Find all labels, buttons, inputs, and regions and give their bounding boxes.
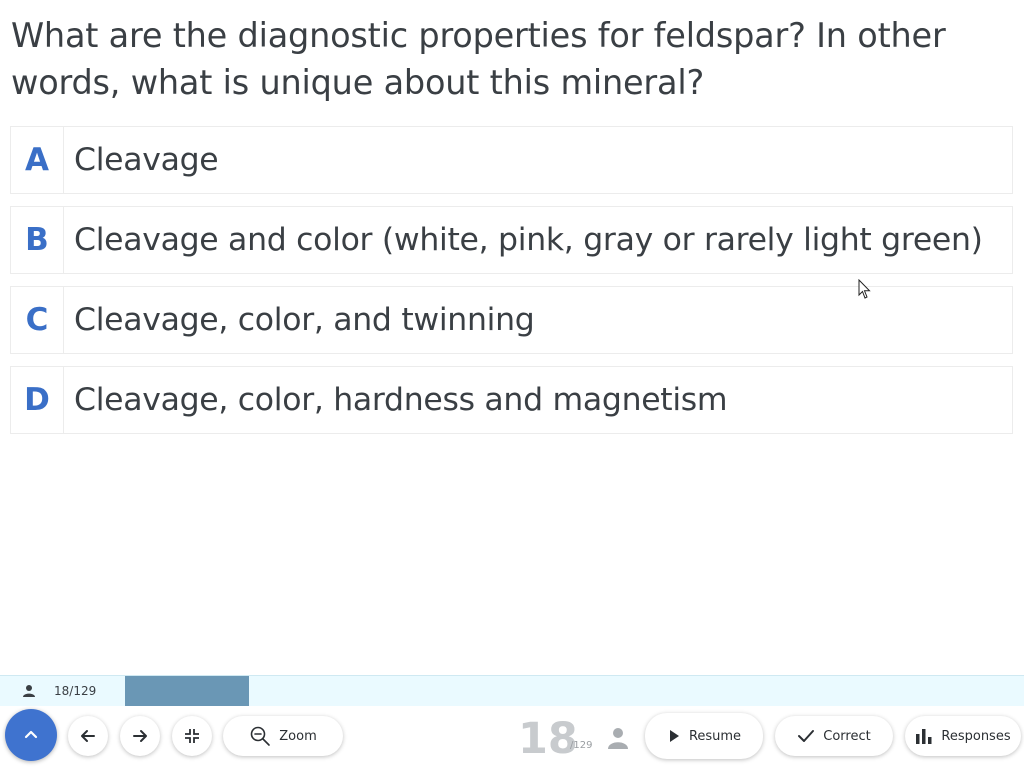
responses-button[interactable]: Responses bbox=[905, 716, 1021, 756]
option-letter: A bbox=[11, 127, 64, 193]
user-icon bbox=[608, 728, 628, 749]
checkmark-icon bbox=[798, 730, 815, 742]
expand-menu-button[interactable] bbox=[5, 709, 57, 761]
correct-label: Correct bbox=[823, 728, 871, 744]
bar-chart-icon bbox=[916, 729, 932, 744]
progress-fill bbox=[125, 676, 249, 706]
chevron-up-icon bbox=[24, 730, 38, 739]
exit-fullscreen-button[interactable] bbox=[172, 716, 212, 756]
option-text: Cleavage and color (white, pink, gray or… bbox=[74, 222, 983, 258]
option-letter: C bbox=[11, 287, 64, 353]
progress-label: 18/129 bbox=[54, 684, 97, 698]
option-letter: B bbox=[11, 207, 64, 273]
collapse-icon bbox=[185, 729, 199, 743]
question-text: What are the diagnostic properties for f… bbox=[11, 16, 946, 102]
bottom-toolbar: Zoom 18 /129 Resume Correct Responses bbox=[0, 706, 1024, 768]
option-text: Cleavage, color, and twinning bbox=[74, 302, 535, 338]
resume-label: Resume bbox=[688, 728, 742, 744]
correct-button[interactable]: Correct bbox=[775, 716, 893, 756]
previous-button[interactable] bbox=[68, 716, 108, 756]
answer-option-d[interactable]: D Cleavage, color, hardness and magnetis… bbox=[10, 366, 1013, 434]
arrow-right-icon bbox=[133, 730, 147, 742]
mouse-cursor-icon bbox=[858, 279, 871, 299]
user-icon bbox=[23, 685, 35, 697]
option-text: Cleavage bbox=[74, 142, 219, 178]
slide-counter-current: 18 bbox=[518, 714, 578, 764]
option-text: Cleavage, color, hardness and magnetism bbox=[74, 382, 728, 418]
arrow-left-icon bbox=[81, 730, 95, 742]
slide-counter-total: /129 bbox=[570, 740, 593, 751]
responses-label: Responses bbox=[941, 728, 1011, 744]
play-icon bbox=[669, 730, 679, 742]
resume-button[interactable]: Resume bbox=[645, 713, 763, 759]
option-letter: D bbox=[11, 367, 64, 433]
answer-option-a[interactable]: A Cleavage bbox=[10, 126, 1013, 194]
next-button[interactable] bbox=[120, 716, 160, 756]
zoom-out-icon bbox=[250, 726, 271, 746]
progress-bar: 18/129 bbox=[0, 675, 1024, 706]
zoom-button[interactable]: Zoom bbox=[223, 716, 343, 756]
zoom-label: Zoom bbox=[279, 728, 317, 744]
answer-option-b[interactable]: B Cleavage and color (white, pink, gray … bbox=[10, 206, 1013, 274]
